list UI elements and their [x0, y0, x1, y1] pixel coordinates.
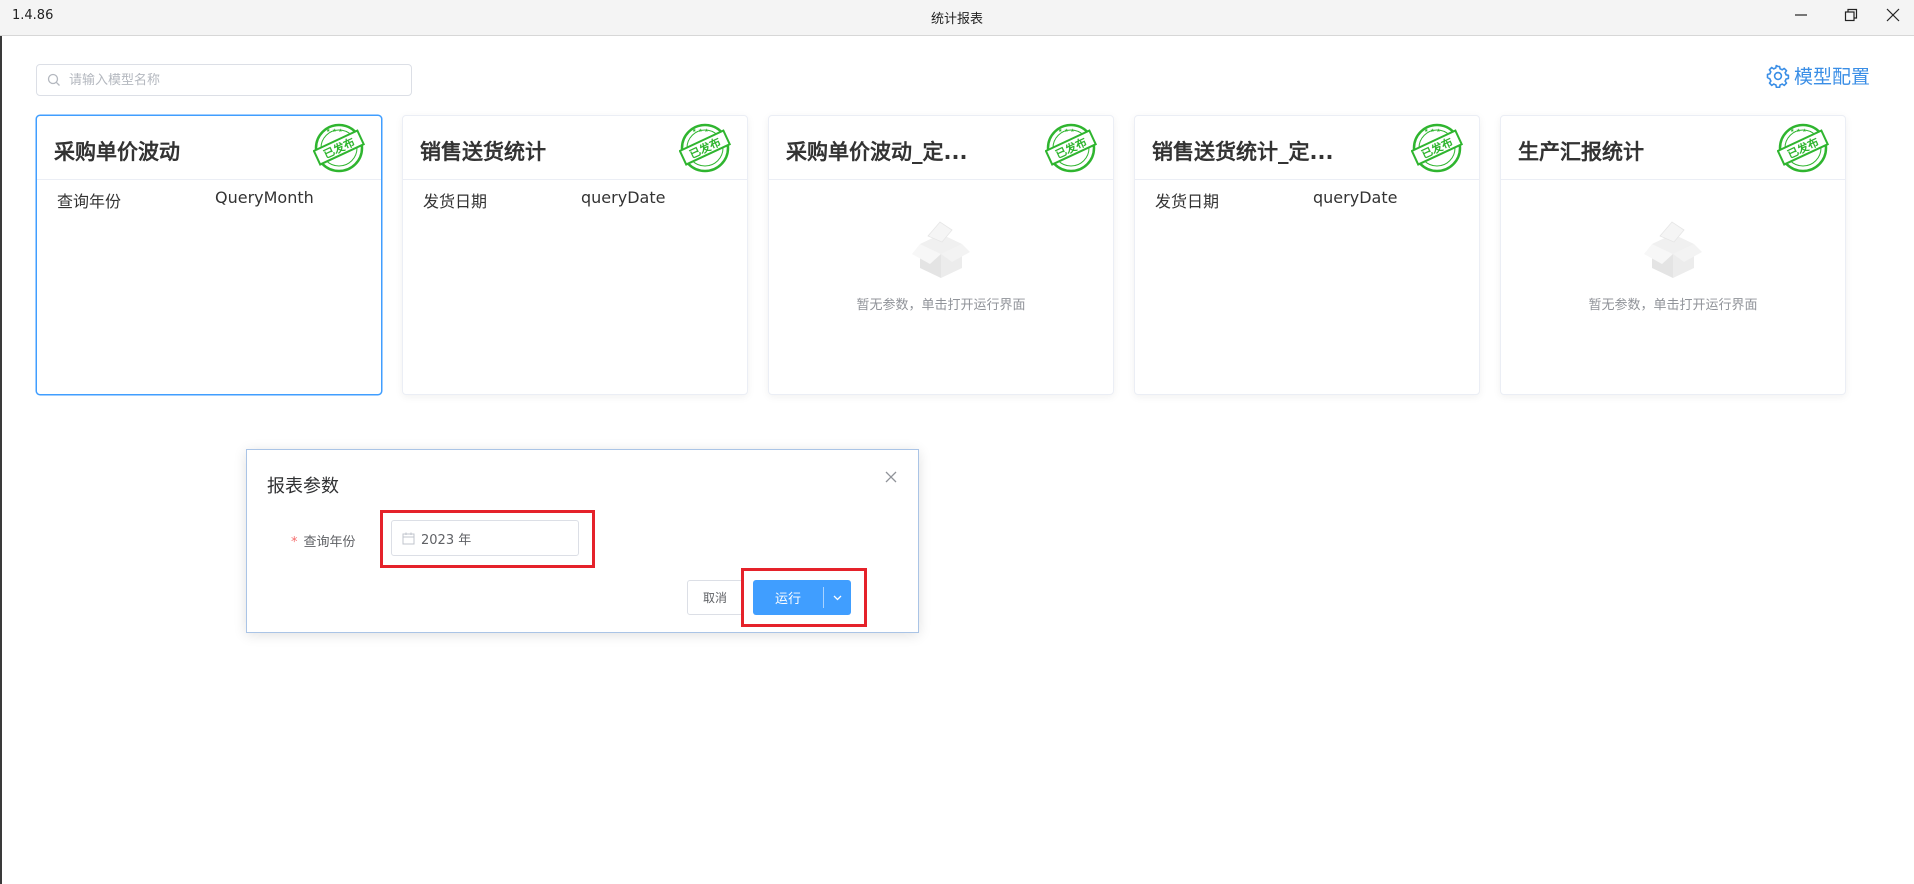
report-card[interactable]: 销售送货统计_定... ★ ★ ★ 已发布 发货日期 queryDate [1134, 115, 1480, 395]
empty-box-icon [1644, 221, 1702, 278]
card-header: 生产汇报统计 ★ ★ ★ 已发布 [1501, 116, 1845, 180]
model-search-box[interactable] [36, 64, 412, 96]
field-label-text: 查询年份 [303, 535, 356, 550]
svg-text:★ ★ ★: ★ ★ ★ [1790, 128, 1807, 134]
svg-text:★ ★ ★: ★ ★ ★ [1424, 128, 1441, 134]
close-icon [1886, 8, 1900, 22]
window-edge [0, 36, 2, 884]
published-stamp-icon: ★ ★ ★ 已发布 [1777, 123, 1829, 173]
report-card[interactable]: 销售送货统计 ★ ★ ★ 已发布 发货日期 queryDate [402, 115, 748, 395]
empty-state: 暂无参数，单击打开运行界面 [1501, 216, 1845, 313]
published-stamp-icon: ★ ★ ★ 已发布 [1411, 123, 1463, 173]
card-title: 销售送货统计 [420, 140, 546, 164]
svg-text:★ ★ ★: ★ ★ ★ [1058, 128, 1075, 134]
close-window-button[interactable] [1870, 0, 1914, 30]
card-header: 采购单价波动_定... ★ ★ ★ 已发布 [769, 116, 1113, 180]
empty-box-icon [912, 221, 970, 278]
published-stamp-icon: ★ ★ ★ 已发布 [1045, 123, 1097, 173]
report-card[interactable]: 生产汇报统计 ★ ★ ★ 已发布 暂无参数，单击打开运行界面 [1500, 115, 1846, 395]
gear-icon [1766, 64, 1790, 88]
published-stamp-icon: ★ ★ ★ 已发布 [313, 123, 365, 173]
svg-text:★ ★ ★: ★ ★ ★ [692, 128, 709, 134]
card-title: 生产汇报统计 [1518, 140, 1644, 164]
highlight-box-year [380, 510, 595, 568]
title-bar: 1.4.86 统计报表 [0, 0, 1914, 36]
dialog-close-icon[interactable] [884, 470, 898, 484]
card-title: 销售送货统计_定... [1152, 140, 1334, 164]
highlight-box-run [741, 568, 867, 627]
card-title: 采购单价波动_定... [786, 140, 968, 164]
search-input[interactable] [69, 72, 399, 88]
param-key: queryDate [581, 188, 666, 207]
card-header: 销售送货统计_定... ★ ★ ★ 已发布 [1135, 116, 1479, 180]
param-key: queryDate [1313, 188, 1398, 207]
card-header: 销售送货统计 ★ ★ ★ 已发布 [403, 116, 747, 180]
restore-button[interactable] [1828, 0, 1874, 30]
empty-text: 暂无参数，单击打开运行界面 [856, 298, 1026, 313]
field-label: * 查询年份 [291, 531, 356, 550]
search-icon [47, 73, 60, 86]
card-header: 采购单价波动 ★ ★ ★ 已发布 [37, 116, 381, 180]
dialog-title: 报表参数 [267, 476, 339, 497]
required-mark: * [291, 535, 298, 550]
model-config-label: 模型配置 [1793, 66, 1870, 88]
param-name: 查询年份 [57, 192, 122, 211]
minimize-icon [1795, 14, 1807, 16]
report-card[interactable]: 采购单价波动_定... ★ ★ ★ 已发布 暂无参数，单击打开运行界面 [768, 115, 1114, 395]
restore-icon [1844, 8, 1858, 22]
published-stamp-icon: ★ ★ ★ 已发布 [679, 123, 731, 173]
minimize-button[interactable] [1778, 0, 1824, 30]
report-card[interactable]: 采购单价波动 ★ ★ ★ 已发布 查询年份 QueryMonth [36, 115, 382, 395]
window-title: 统计报表 [930, 12, 983, 27]
svg-text:★ ★ ★: ★ ★ ★ [326, 128, 343, 134]
model-config-button[interactable]: 模型配置 [1766, 62, 1870, 89]
empty-text: 暂无参数，单击打开运行界面 [1588, 298, 1758, 313]
param-name: 发货日期 [1155, 192, 1220, 211]
card-title: 采购单价波动 [54, 140, 180, 164]
empty-state: 暂无参数，单击打开运行界面 [769, 216, 1113, 313]
param-key: QueryMonth [215, 188, 314, 207]
param-name: 发货日期 [423, 192, 488, 211]
cancel-button[interactable]: 取消 [687, 580, 743, 615]
